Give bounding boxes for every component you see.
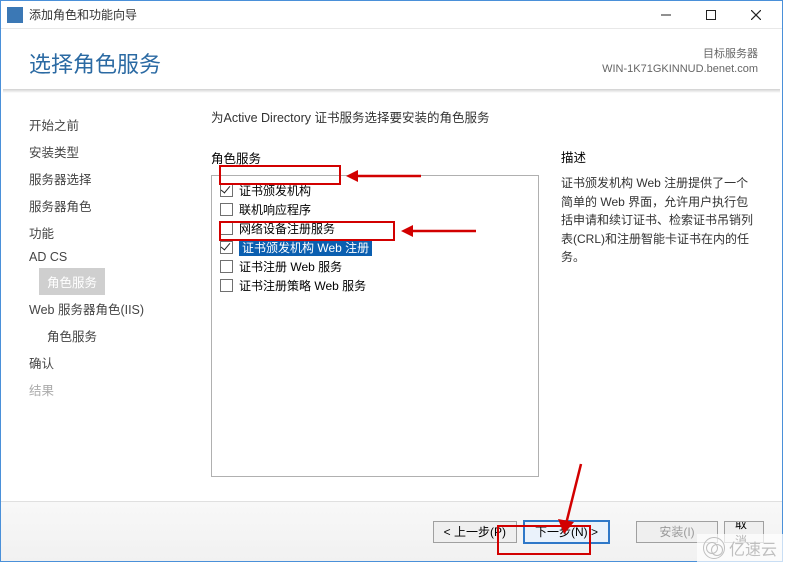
desc-label: 描述 (561, 147, 760, 166)
titlebar: 添加角色和功能向导 (1, 1, 782, 29)
annotation-arrow-1 (346, 166, 426, 186)
description-column: 描述 证书颁发机构 Web 注册提供了一个简单的 Web 界面，允许用户执行包括… (539, 107, 772, 473)
app-icon (7, 7, 23, 23)
role-label: 证书颁发机构 (239, 182, 311, 199)
watermark-icon (703, 537, 725, 559)
nav-confirm[interactable]: 确认 (29, 349, 191, 376)
checkbox-icon[interactable] (220, 203, 233, 216)
prev-button[interactable]: < 上一步(P) (433, 521, 517, 543)
window-controls (643, 2, 778, 28)
close-button[interactable] (733, 2, 778, 28)
nav-before-begin[interactable]: 开始之前 (29, 111, 191, 138)
annotation-arrow-2 (401, 221, 481, 241)
nav-features[interactable]: 功能 (29, 219, 191, 246)
page-title: 选择角色服务 (29, 47, 161, 79)
content-area: 为Active Directory 证书服务选择要安装的角色服务 角色服务 证书… (191, 93, 782, 473)
roles-listbox: 证书颁发机构 联机响应程序 网络设备注册服务 证书颁发机构 Web 注 (211, 175, 539, 477)
target-label: 目标服务器 (602, 47, 758, 62)
annotation-arrow-3 (556, 459, 606, 539)
wizard-window: 添加角色和功能向导 选择角色服务 目标服务器 WIN-1K71GKINNUD.b… (0, 0, 783, 562)
nav-adcs[interactable]: AD CS (29, 246, 191, 268)
role-ca-web-enrollment[interactable]: 证书颁发机构 Web 注册 (218, 238, 532, 257)
main-content: 开始之前 安装类型 服务器选择 服务器角色 功能 AD CS 角色服务 Web … (1, 93, 782, 473)
minimize-button[interactable] (643, 2, 688, 28)
roles-label: 角色服务 (211, 148, 539, 167)
watermark: 亿速云 (697, 534, 783, 562)
role-label: 网络设备注册服务 (239, 220, 335, 237)
target-name: WIN-1K71GKINNUD.benet.com (602, 62, 758, 77)
maximize-button[interactable] (688, 2, 733, 28)
checkbox-icon[interactable] (220, 260, 233, 273)
checkbox-icon[interactable] (220, 222, 233, 235)
role-label: 证书注册策略 Web 服务 (239, 277, 366, 294)
role-cert-enroll-policy-web[interactable]: 证书注册策略 Web 服务 (218, 276, 532, 295)
role-label: 联机响应程序 (239, 201, 311, 218)
checkbox-icon[interactable] (220, 184, 233, 197)
checkbox-icon[interactable] (220, 279, 233, 292)
window-body: 选择角色服务 目标服务器 WIN-1K71GKINNUD.benet.com 开… (1, 29, 782, 561)
watermark-text: 亿速云 (729, 536, 777, 560)
nav-role-services-iis[interactable]: 角色服务 (29, 322, 191, 349)
header-area: 选择角色服务 目标服务器 WIN-1K71GKINNUD.benet.com (1, 29, 782, 89)
nav-results: 结果 (29, 376, 191, 403)
nav-install-type[interactable]: 安装类型 (29, 138, 191, 165)
nav-sidebar: 开始之前 安装类型 服务器选择 服务器角色 功能 AD CS 角色服务 Web … (1, 93, 191, 473)
target-info: 目标服务器 WIN-1K71GKINNUD.benet.com (602, 47, 758, 78)
roles-column: 为Active Directory 证书服务选择要安装的角色服务 角色服务 证书… (211, 107, 539, 473)
description-text: 证书颁发机构 Web 注册提供了一个简单的 Web 界面，允许用户执行包括申请和… (561, 174, 760, 267)
nav-server-selection[interactable]: 服务器选择 (29, 165, 191, 192)
nav-role-services-adcs[interactable]: 角色服务 (39, 268, 105, 295)
nav-server-roles[interactable]: 服务器角色 (29, 192, 191, 219)
role-cert-enroll-web[interactable]: 证书注册 Web 服务 (218, 257, 532, 276)
window-title: 添加角色和功能向导 (29, 6, 643, 23)
nav-webserver-iis[interactable]: Web 服务器角色(IIS) (29, 295, 191, 322)
footer: < 上一步(P) 下一步(N) > 安装(I) 取消 (1, 501, 782, 561)
role-online-responder[interactable]: 联机响应程序 (218, 200, 532, 219)
checkbox-icon[interactable] (220, 241, 233, 254)
role-ndes[interactable]: 网络设备注册服务 (218, 219, 532, 238)
instruction-text: 为Active Directory 证书服务选择要安装的角色服务 (211, 107, 539, 126)
role-label: 证书颁发机构 Web 注册 (239, 239, 372, 256)
role-label: 证书注册 Web 服务 (239, 258, 342, 275)
